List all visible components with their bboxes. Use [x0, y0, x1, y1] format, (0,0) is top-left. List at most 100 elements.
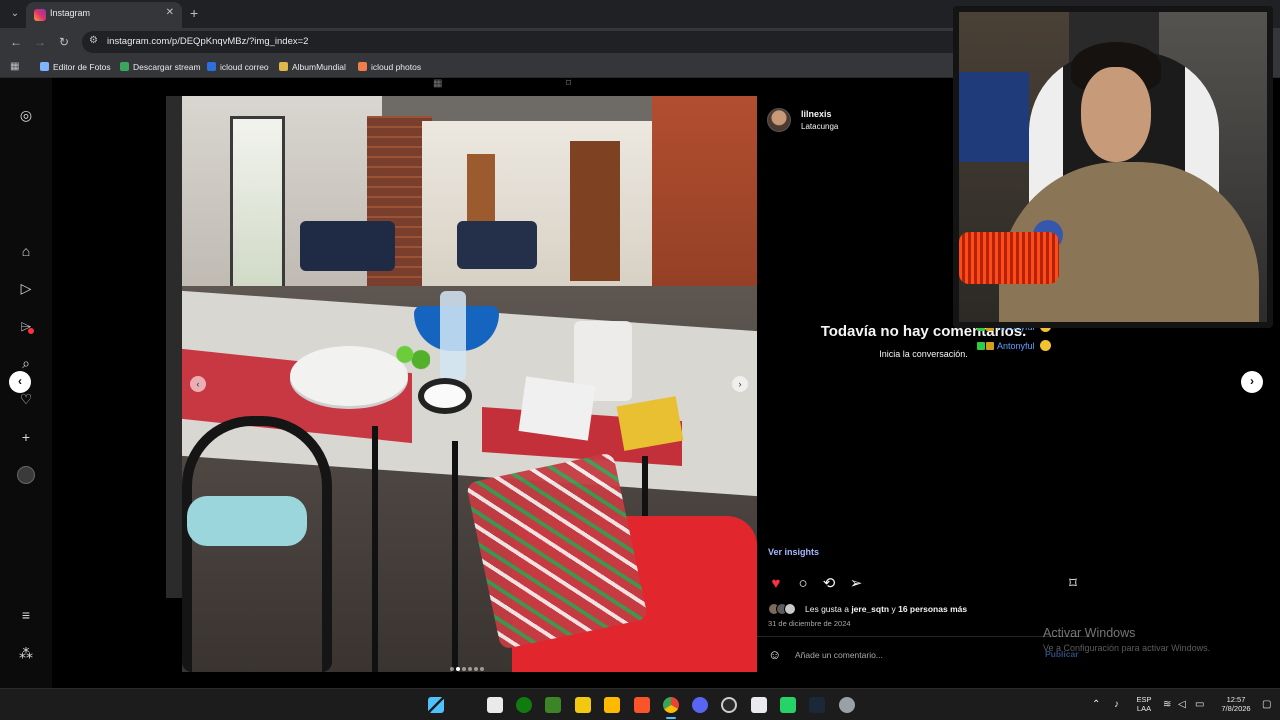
- grid-tab-icon[interactable]: ▦: [433, 78, 442, 89]
- settings-icon[interactable]: [839, 697, 855, 713]
- whatsapp-icon[interactable]: [780, 697, 796, 713]
- photo-plates: [290, 346, 408, 406]
- volume-icon[interactable]: ◁: [1178, 699, 1186, 710]
- carousel-next-icon[interactable]: ›: [732, 376, 748, 392]
- bookmark-icloud-correo[interactable]: icloud correo: [207, 62, 269, 72]
- send-icon[interactable]: ➢: [848, 576, 864, 592]
- activate-windows-title: Activar Windows: [1043, 626, 1136, 640]
- instagram-icon[interactable]: ◎: [17, 106, 35, 124]
- photo-bag: [518, 376, 596, 441]
- webcam-microphone: [959, 232, 1059, 284]
- bookmark-descargar-stream[interactable]: Descargar stream: [120, 62, 201, 72]
- carousel-prev-icon[interactable]: ‹: [190, 376, 206, 392]
- carousel-dot: [462, 667, 466, 671]
- bookmark-editor-de-fotos[interactable]: Editor de Fotos: [40, 62, 111, 72]
- carousel-dot: [450, 667, 454, 671]
- tab-instagram[interactable]: Instagram ✕: [26, 2, 182, 28]
- chrome-icon[interactable]: [663, 697, 679, 713]
- post-location[interactable]: Latacunga: [801, 122, 838, 131]
- home-icon[interactable]: ⌂: [17, 242, 35, 260]
- likes-others-link[interactable]: 16 personas más: [898, 604, 967, 614]
- capcut-icon[interactable]: [751, 697, 767, 713]
- url-text[interactable]: instagram.com/p/DEQpKnqvMBz/?img_index=2: [107, 36, 308, 47]
- reload-icon[interactable]: ↻: [56, 34, 72, 50]
- bookmark-icon[interactable]: ⌑: [1065, 576, 1081, 592]
- file-explorer-icon[interactable]: [604, 697, 620, 713]
- microphone-icon[interactable]: ♪: [1114, 699, 1119, 710]
- battery-icon[interactable]: ▭: [1195, 699, 1204, 710]
- store-icon[interactable]: [487, 697, 503, 713]
- background-post-strip: [166, 96, 182, 598]
- instagram-favicon-icon: [34, 9, 46, 21]
- comment-icon[interactable]: ○: [795, 576, 811, 592]
- liker-username[interactable]: jere_sqtn: [851, 604, 889, 614]
- steam-icon[interactable]: [809, 697, 825, 713]
- webcam-overlay: [953, 6, 1273, 328]
- bookmark-favicon-icon: [358, 62, 367, 71]
- photo-tape-roll: [418, 378, 472, 414]
- chat-message: Antonyful: [977, 340, 1097, 359]
- obs-icon[interactable]: [721, 697, 737, 713]
- apps-grid-icon[interactable]: ▦: [10, 61, 19, 72]
- avatar: [784, 603, 796, 615]
- language-indicator[interactable]: ESP LAA: [1134, 695, 1154, 713]
- view-insights-link[interactable]: Ver insights: [768, 547, 819, 557]
- messages-badge: [28, 328, 34, 334]
- post-username[interactable]: lilnexis: [801, 109, 832, 119]
- forward-icon[interactable]: →: [32, 34, 48, 50]
- start-icon[interactable]: [428, 697, 444, 713]
- post-photo[interactable]: ‹ ›: [182, 96, 757, 672]
- likes-summary[interactable]: Les gusta a jere_sqtn y 16 personas más: [805, 604, 967, 614]
- likers-avatars[interactable]: [768, 602, 796, 615]
- minecraft-icon[interactable]: [545, 697, 561, 713]
- bookmark-icloud-photos[interactable]: icloud photos: [358, 62, 421, 72]
- bookmark-favicon-icon: [40, 62, 49, 71]
- tray-overflow-icon[interactable]: ⌃: [1092, 699, 1100, 710]
- chat-emote-icon: [1040, 340, 1052, 351]
- tab-close-icon[interactable]: ✕: [166, 7, 174, 18]
- photo-sofa: [300, 221, 395, 271]
- emoji-icon[interactable]: ☺: [768, 647, 781, 662]
- create-icon[interactable]: +: [17, 428, 35, 446]
- activate-windows-subtitle: Ve a Configuración para activar Windows.: [1043, 643, 1211, 653]
- bookmark-albummundial[interactable]: AlbumMundial: [279, 62, 346, 72]
- profile-icon[interactable]: [17, 466, 35, 484]
- address-bar[interactable]: ⚙ instagram.com/p/DEQpKnqvMBz/?img_index…: [82, 31, 962, 53]
- avatar[interactable]: [767, 108, 791, 132]
- carousel-dot: [474, 667, 478, 671]
- menu-icon[interactable]: ≡: [17, 606, 35, 624]
- bookmark-favicon-icon: [279, 62, 288, 71]
- saved-tab-icon[interactable]: ⌑: [566, 78, 571, 89]
- wifi-icon[interactable]: ≋: [1163, 699, 1171, 710]
- also-from-meta-icon[interactable]: ⁂: [17, 644, 35, 662]
- divider: [757, 636, 1090, 637]
- discord-icon[interactable]: [692, 697, 708, 713]
- heart-icon[interactable]: ♥: [768, 576, 784, 592]
- xbox-icon[interactable]: [516, 697, 532, 713]
- tab-title: Instagram: [50, 8, 91, 18]
- back-icon[interactable]: ←: [8, 34, 24, 50]
- post-date: 31 de diciembre de 2024: [768, 619, 851, 628]
- previous-post-icon[interactable]: ‹: [9, 371, 31, 393]
- notifications-center-icon[interactable]: ▢: [1262, 699, 1271, 710]
- chat-username: Antonyful: [997, 341, 1035, 351]
- taskbar-app-icon[interactable]: [575, 697, 591, 713]
- reels-icon[interactable]: ▷: [17, 279, 35, 297]
- webcam-face: [1081, 67, 1151, 162]
- search-icon[interactable]: ⌕: [17, 354, 35, 372]
- comment-input[interactable]: [795, 647, 1015, 663]
- carousel-dot: [468, 667, 472, 671]
- new-tab-button[interactable]: +: [190, 5, 198, 21]
- site-info-icon[interactable]: ⚙: [89, 35, 98, 46]
- photo-sofa: [457, 221, 537, 269]
- tab-search-icon[interactable]: ⌄: [6, 5, 24, 23]
- clock[interactable]: 12:57 7/8/2026: [1213, 695, 1259, 713]
- share-icon[interactable]: ⟲: [821, 576, 837, 592]
- windows-taskbar: ⌃ ♪ ESP LAA ≋ ◁ ▭ 12:57 7/8/2026 ▢: [0, 688, 1280, 720]
- bookmark-favicon-icon: [120, 62, 129, 71]
- chat-badge-icon: [986, 342, 994, 350]
- brave-icon[interactable]: [634, 697, 650, 713]
- next-post-icon[interactable]: ›: [1241, 371, 1263, 393]
- photo-window: [230, 116, 285, 301]
- active-app-indicator: [666, 717, 676, 719]
